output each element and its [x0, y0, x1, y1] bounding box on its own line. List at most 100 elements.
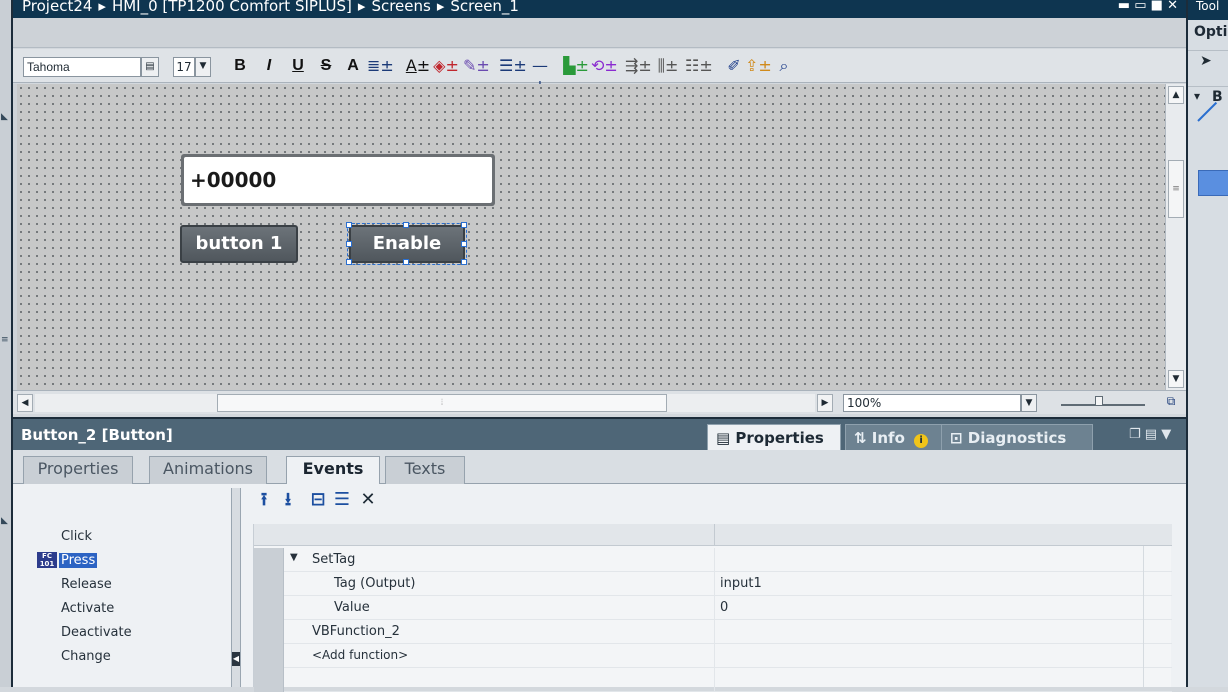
collapse-all-icon[interactable]: ☰: [331, 490, 353, 512]
layer-icon[interactable]: ⇪±: [745, 56, 772, 78]
breadcrumb-device[interactable]: HMI_0 [TP1200 Comfort SIPLUS]: [112, 0, 352, 15]
chevron-down-icon[interactable]: ▼: [195, 57, 211, 77]
param-value[interactable]: input1: [720, 576, 762, 591]
splitter-arrow-icon[interactable]: ◀: [232, 652, 240, 666]
align-icon[interactable]: ⇶±: [625, 56, 652, 78]
maximize-icon[interactable]: ■: [1151, 0, 1163, 13]
tab-info[interactable]: ⇅ Info i: [845, 424, 945, 452]
expand-all-icon[interactable]: ⊟: [307, 490, 329, 512]
scroll-right-icon[interactable]: ▶: [817, 394, 833, 412]
breadcrumb-screen[interactable]: Screen_1: [450, 0, 519, 15]
breadcrumb-separator: ▸: [436, 0, 445, 15]
delete-icon[interactable]: ✕: [357, 490, 379, 512]
table-row[interactable]: Tag (Output) input1: [254, 572, 1172, 596]
event-activate[interactable]: Activate: [61, 601, 114, 616]
scroll-thumb[interactable]: ≡: [1168, 160, 1184, 218]
horizontal-scroll-thumb[interactable]: ⦙: [217, 394, 667, 412]
basic-objects-header[interactable]: ▾ B: [1188, 86, 1228, 110]
io-field[interactable]: +00000: [181, 154, 495, 206]
zoom-area-icon[interactable]: ⌕: [773, 56, 795, 78]
event-click[interactable]: Click: [61, 529, 92, 544]
function-name: VBFunction_2: [312, 624, 400, 639]
resize-handle[interactable]: [461, 259, 467, 265]
hmi-button-enable[interactable]: Enable: [347, 223, 467, 265]
font-family-select[interactable]: Tahoma: [23, 57, 141, 77]
line-style-icon[interactable]: —±: [527, 56, 553, 95]
underline-button[interactable]: U: [289, 56, 307, 78]
resize-handle[interactable]: [461, 222, 467, 228]
resize-handle[interactable]: [403, 222, 409, 228]
layout-icon[interactable]: ▤: [1145, 427, 1157, 442]
event-release[interactable]: Release: [61, 577, 112, 592]
table-row[interactable]: ▼ SetTag: [254, 548, 1172, 572]
add-function[interactable]: <Add function>: [312, 648, 408, 662]
resize-handle[interactable]: [346, 241, 352, 247]
distribute-icon[interactable]: ⫼±: [655, 56, 681, 78]
scroll-up-icon[interactable]: ▲: [1168, 86, 1184, 104]
table-row[interactable]: VBFunction_2: [254, 620, 1172, 644]
resize-handle[interactable]: [346, 259, 352, 265]
subtab-animations[interactable]: Animations: [149, 456, 267, 484]
breadcrumb-screens[interactable]: Screens: [371, 0, 430, 15]
diagnostics-icon: ⊡: [950, 429, 968, 447]
breadcrumb-separator: ▸: [357, 0, 366, 15]
collapse-icon[interactable]: ◣: [1, 516, 11, 526]
font-color-icon[interactable]: A±: [405, 56, 431, 78]
format-painter-icon[interactable]: ✐: [721, 56, 747, 78]
rotate-icon[interactable]: ⟲±: [591, 56, 618, 78]
close-icon[interactable]: ✕: [1167, 0, 1178, 13]
splitter-grip-icon[interactable]: ≡: [1, 335, 11, 345]
resize-handle[interactable]: [346, 222, 352, 228]
param-value[interactable]: 0: [720, 600, 728, 615]
resize-handle[interactable]: [403, 259, 409, 265]
italic-button[interactable]: I: [261, 56, 277, 78]
zoom-select[interactable]: 100%: [843, 394, 1021, 412]
superscript-button[interactable]: A: [343, 56, 363, 78]
fill-pattern-icon[interactable]: ▙±: [563, 56, 589, 78]
left-panel-edge: ◣ ≡ ◣: [0, 0, 13, 687]
function-name: SetTag: [312, 552, 356, 567]
table-row[interactable]: <Add function>: [254, 644, 1172, 668]
hmi-button-1[interactable]: button 1: [180, 225, 298, 263]
pointer-tool[interactable]: ➤: [1188, 50, 1228, 74]
tab-diagnostics[interactable]: ⊡ Diagnostics: [941, 424, 1093, 452]
table-row: [254, 668, 1172, 692]
subtab-texts[interactable]: Texts: [385, 456, 465, 484]
line-color-icon[interactable]: ✎±: [463, 56, 490, 78]
chevron-down-icon: ▾: [1194, 89, 1201, 103]
move-down-icon[interactable]: ⭳: [277, 490, 299, 512]
expand-arrow-icon[interactable]: ▼: [290, 552, 298, 563]
bold-button[interactable]: B: [231, 56, 249, 78]
zoom-slider-knob[interactable]: [1095, 396, 1103, 406]
zoom-slider[interactable]: [1061, 396, 1145, 410]
scroll-left-icon[interactable]: ◀: [17, 394, 33, 412]
float-window-icon[interactable]: ❐: [1129, 427, 1141, 442]
resize-handle[interactable]: [461, 241, 467, 247]
rectangle-tool-icon[interactable]: [1198, 170, 1228, 196]
minimize-icon[interactable]: ▬: [1118, 0, 1130, 13]
zoom-fit-icon[interactable]: ⧉: [1163, 394, 1179, 410]
collapse-panel-icon[interactable]: ▼: [1161, 427, 1171, 442]
breadcrumb-project[interactable]: Project24: [22, 0, 92, 15]
event-deactivate[interactable]: Deactivate: [61, 625, 132, 640]
fill-color-icon[interactable]: ◈±: [433, 56, 459, 78]
text-align-icon[interactable]: ≣±: [367, 56, 394, 78]
event-press[interactable]: Press: [59, 553, 98, 568]
subtab-events[interactable]: Events: [286, 456, 380, 485]
font-size-select[interactable]: 17: [173, 57, 195, 77]
chevron-down-icon[interactable]: ▼: [1021, 394, 1037, 412]
tab-properties[interactable]: ▤ Properties: [707, 424, 841, 452]
size-equal-icon[interactable]: ☷±: [685, 56, 713, 78]
event-change[interactable]: Change: [61, 649, 111, 664]
subtab-properties[interactable]: Properties: [23, 456, 133, 484]
function-list-icon: FC 101: [37, 552, 57, 568]
scroll-down-icon[interactable]: ▼: [1168, 370, 1184, 388]
table-row[interactable]: Value 0: [254, 596, 1172, 620]
restore-icon[interactable]: ▭: [1134, 0, 1146, 13]
font-dialog-icon[interactable]: ▤: [141, 57, 159, 77]
move-up-icon[interactable]: ⭱: [253, 490, 275, 512]
vertical-scrollbar[interactable]: ▲ ≡ ▼: [1165, 84, 1186, 390]
strikethrough-button[interactable]: S: [317, 56, 335, 78]
collapse-icon[interactable]: ◣: [1, 112, 11, 122]
line-width-icon[interactable]: ☰±: [499, 56, 527, 78]
